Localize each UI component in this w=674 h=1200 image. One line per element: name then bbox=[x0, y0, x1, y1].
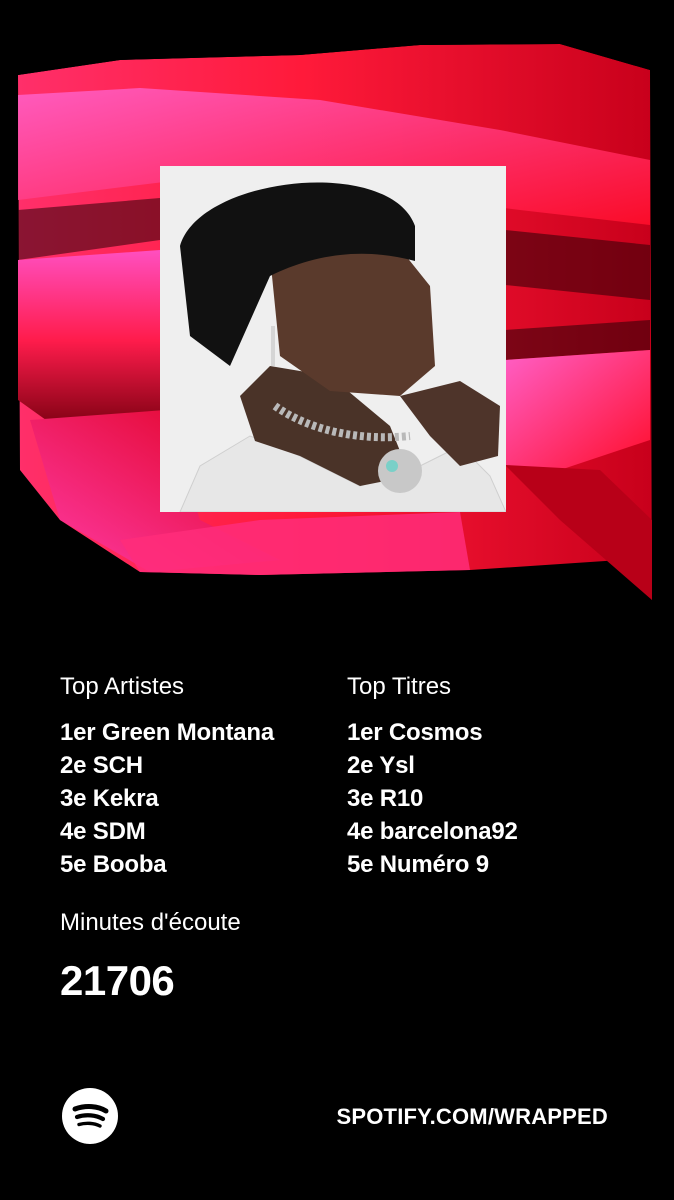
list-item: 1er Green Montana bbox=[60, 719, 274, 746]
minutes-label: Minutes d'écoute bbox=[60, 909, 241, 936]
list-item: 2e SCH bbox=[60, 752, 143, 779]
minutes-value: 21706 bbox=[60, 957, 175, 1004]
list-item: 2e Ysl bbox=[347, 752, 415, 779]
top-artists-list: 1er Green Montana 2e SCH 3e Kekra 4e SDM… bbox=[60, 716, 274, 881]
top-artists-heading: Top Artistes bbox=[60, 673, 185, 700]
list-item: 5e Numéro 9 bbox=[347, 851, 489, 878]
list-item: 3e R10 bbox=[347, 785, 424, 812]
top-artists-column: Top Artistes 1er Green Montana 2e SCH 3e… bbox=[60, 672, 274, 881]
top-tracks-heading: Top Titres bbox=[347, 673, 452, 700]
artist-photo bbox=[160, 166, 506, 512]
top-tracks-column: Top Titres 1er Cosmos 2e Ysl 3e R10 4e b… bbox=[347, 672, 518, 881]
list-item: 4e barcelona92 bbox=[347, 818, 518, 845]
wrapped-url-link[interactable]: SPOTIFY.COM/WRAPPED bbox=[337, 1102, 609, 1132]
artist-portrait-image bbox=[160, 166, 506, 512]
list-item: 3e Kekra bbox=[60, 785, 159, 812]
spotify-logo-icon bbox=[62, 1088, 118, 1144]
top-tracks-list: 1er Cosmos 2e Ysl 3e R10 4e barcelona92 … bbox=[347, 716, 518, 881]
list-item: 1er Cosmos bbox=[347, 719, 483, 746]
list-item: 4e SDM bbox=[60, 818, 146, 845]
list-item: 5e Booba bbox=[60, 851, 167, 878]
